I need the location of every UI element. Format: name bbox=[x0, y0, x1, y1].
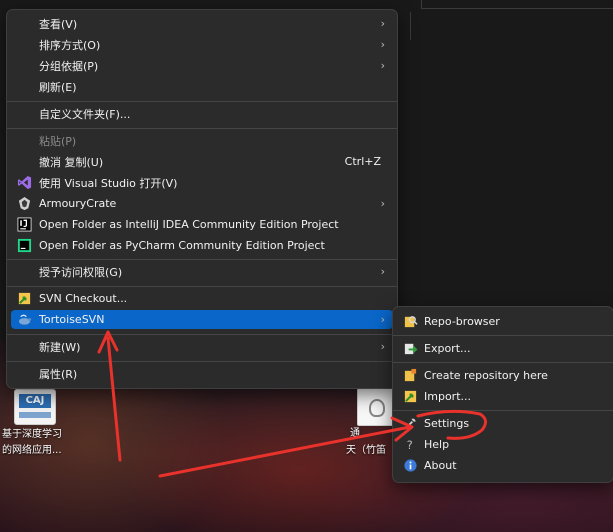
annotation-overlay bbox=[97, 330, 487, 478]
annotation-circle bbox=[416, 409, 487, 440]
annotation-arrow bbox=[97, 330, 122, 462]
annotation-arrow bbox=[158, 416, 414, 478]
